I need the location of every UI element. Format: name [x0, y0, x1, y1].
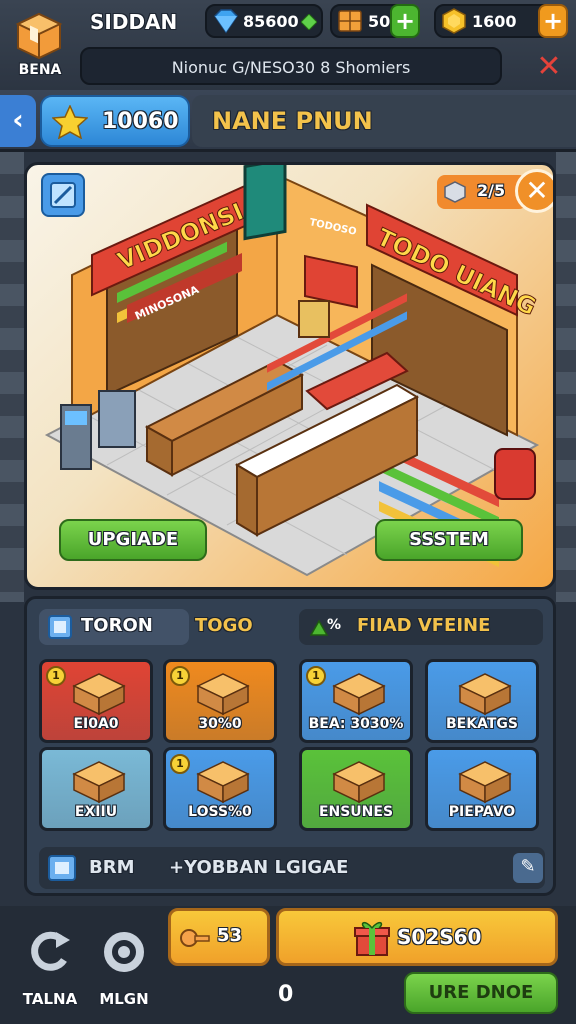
item-crate-icon: [332, 673, 386, 716]
crate-icon: [444, 181, 466, 203]
bottom-label-1: BRM: [89, 857, 135, 878]
nav-talna-label: TALNA: [22, 990, 78, 1008]
message-text: Nionuc G/NESO30 8 Shomiers: [171, 58, 411, 77]
nav-mlgn[interactable]: MLGN: [88, 912, 160, 1022]
star-counter: 10060: [40, 95, 190, 147]
message-bar: Nionuc G/NESO30 8 Shomiers: [80, 47, 502, 85]
box-icon: [48, 855, 76, 881]
item-card[interactable]: EXIIU: [39, 747, 153, 831]
refresh-arrow-icon: [31, 931, 70, 971]
scene-close-button[interactable]: ✕: [515, 169, 553, 213]
timer-value: 2/5: [477, 181, 506, 200]
pencil-icon: ✎: [520, 856, 536, 877]
add-boxes-button[interactable]: +: [390, 4, 420, 38]
item-card[interactable]: 1 EI0A0: [39, 659, 153, 743]
player-name: SIDDAN: [90, 10, 178, 34]
tab3-prefix: %: [327, 617, 342, 633]
item-card-label: BEA: 3030%: [308, 716, 404, 732]
item-card-label: LOSS%0: [188, 804, 252, 820]
boxes-value: 50: [368, 12, 391, 31]
chevron-left-icon: ‹: [12, 103, 24, 136]
edit-layout-button[interactable]: [41, 173, 85, 217]
coins-value: 1600: [472, 12, 517, 31]
bottom-label-2: +YOBBAN LGIGAE: [169, 857, 349, 878]
key-button[interactable]: 53: [168, 908, 270, 966]
buy-value: S02S60: [397, 925, 482, 949]
background-shelves-left: [0, 152, 24, 602]
shop-box-icon[interactable]: [14, 10, 64, 60]
item-card[interactable]: BEKATGS: [425, 659, 539, 743]
coin-icon: [442, 8, 466, 34]
pencil-icon: [50, 182, 76, 208]
count-value: 0: [278, 982, 294, 1007]
gem-icon: [214, 9, 238, 34]
gear-icon: [104, 932, 144, 972]
level-badge: 1: [170, 754, 190, 774]
star-value: 10060: [102, 109, 179, 134]
edit-button[interactable]: ✎: [513, 853, 543, 883]
crate-icon: [338, 10, 362, 32]
buy-button[interactable]: S02S60: [276, 908, 558, 966]
box-icon: [48, 615, 72, 639]
nav-talna[interactable]: TALNA: [14, 912, 86, 1022]
coins-counter: 1600 +: [434, 4, 568, 38]
item-card[interactable]: ENSUNES: [299, 747, 413, 831]
inventory-panel: TORON TOGO % FIIAD VFEINE 1 EI0A0 1 30%0 1 BE…: [24, 596, 556, 896]
close-icon[interactable]: ✕: [532, 50, 566, 84]
key-value: 53: [217, 925, 243, 946]
bottom-info-row: BRM +YOBBAN LGIGAE ✎: [39, 847, 545, 889]
key-icon: [180, 929, 210, 947]
item-card[interactable]: 1 LOSS%0: [163, 747, 277, 831]
upgrade-button[interactable]: UPGIADE: [59, 519, 207, 561]
back-button[interactable]: ‹: [0, 95, 36, 147]
boxes-counter: 50 +: [330, 4, 420, 38]
item-crate-icon: [332, 761, 386, 804]
tab-toron[interactable]: TORON: [39, 609, 189, 645]
gems-counter: 85600: [205, 4, 323, 38]
background-shelves-right: [556, 152, 576, 602]
timer-pill: 2/5: [437, 175, 527, 209]
close-icon: ✕: [525, 174, 549, 207]
gems-value: 85600: [243, 12, 299, 31]
add-coins-button[interactable]: +: [538, 4, 568, 38]
nav-mlgn-label: MLGN: [99, 990, 149, 1008]
item-crate-icon: [458, 673, 512, 716]
item-crate-icon: [196, 673, 250, 716]
item-crate-icon: [196, 761, 250, 804]
store-name-bar: NANE PNUN: [192, 95, 576, 147]
item-card-label: PIEPAVO: [448, 804, 516, 820]
tab3-label: FIIAD VFEINE: [357, 615, 491, 636]
tab-toron-label: TORON: [81, 615, 153, 636]
store-name: NANE PNUN: [212, 107, 373, 135]
level-badge: 1: [306, 666, 326, 686]
item-card-label: EXIIU: [74, 804, 118, 820]
store-scene: VIDDONSIA MINOSONA TODOSO TODO UIANG 2/5…: [24, 162, 556, 590]
item-card[interactable]: 1 30%0: [163, 659, 277, 743]
item-crate-icon: [72, 673, 126, 716]
item-crate-icon: [72, 761, 126, 804]
more-button[interactable]: URE DNOE: [404, 972, 558, 1014]
level-badge: 1: [170, 666, 190, 686]
item-card-label: BEKATGS: [446, 716, 518, 732]
item-crate-icon: [458, 761, 512, 804]
gift-icon: [354, 921, 390, 956]
green-gem-icon: [301, 14, 317, 30]
shop-label: BENA: [18, 62, 62, 78]
item-card[interactable]: PIEPAVO: [425, 747, 539, 831]
item-card-label: 30%0: [198, 716, 242, 732]
tab-fiiad-vfeine[interactable]: % FIIAD VFEINE: [299, 609, 543, 645]
tab-togo[interactable]: TOGO: [195, 615, 253, 636]
item-card-label: EI0A0: [73, 716, 119, 732]
item-card[interactable]: 1 BEA: 3030%: [299, 659, 413, 743]
level-badge: 1: [46, 666, 66, 686]
star-icon: [52, 105, 88, 139]
system-button[interactable]: SSSTEM: [375, 519, 523, 561]
item-card-label: ENSUNES: [318, 804, 394, 820]
